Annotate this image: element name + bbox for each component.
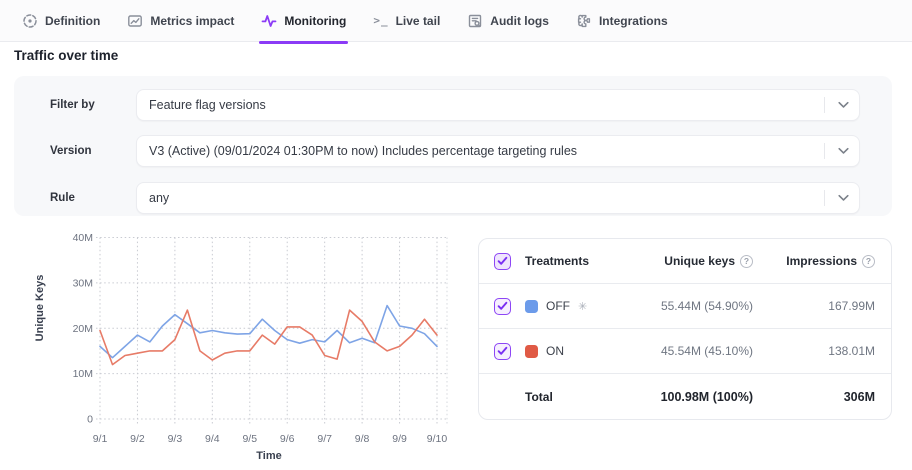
x-tick-label: 9/3 [168,433,183,445]
y-tick-label: 20M [73,323,93,335]
tab-monitoring[interactable]: Monitoring [261,0,346,42]
x-tick-label: 9/10 [427,433,448,445]
audit-logs-icon [467,13,483,29]
filter-panel: Filter by Feature flag versions Version … [14,76,892,216]
off-treatment-checkbox[interactable] [494,298,511,315]
tab-bar: Definition Metrics impact Monitoring >_ … [0,0,912,42]
traffic-chart-svg: 0 10M 20M 30M 40M 9/1 9/2 9/3 9/4 9/5 9/6 9/7 9/8 9/9… [0,224,470,470]
traffic-chart: 0 10M 20M 30M 40M 9/1 9/2 9/3 9/4 9/5 9/6 9/7 9/8 9/9… [0,224,470,470]
chevron-down-icon [838,148,849,155]
table-row-off: OFF ✳ 55.44M (54.90%) 167.99M [479,284,891,329]
table-row-on: ON 45.54M (45.10%) 138.01M [479,329,891,374]
on-impressions-value: 138.01M [753,344,875,358]
rule-row: Rule any [14,182,892,214]
table-header-row: Treatments Unique keys ? Impressions ? [479,239,891,284]
off-color-swatch [525,300,538,313]
metrics-impact-icon [127,13,143,29]
live-tail-icon: >_ [373,14,388,27]
tab-label: Live tail [396,14,441,28]
x-tick-label: 9/9 [392,433,407,445]
select-all-checkbox[interactable] [494,253,511,270]
integrations-icon [576,13,592,29]
total-impressions-value: 306M [753,390,875,404]
filter-by-select[interactable]: Feature flag versions [136,89,860,121]
version-label: Version [50,135,92,167]
impressions-help-icon[interactable]: ? [862,255,875,268]
select-divider [824,143,825,159]
tab-definition[interactable]: Definition [22,0,100,42]
x-tick-label: 9/4 [205,433,220,445]
y-axis-title: Unique Keys [34,275,46,342]
tab-audit-logs[interactable]: Audit logs [467,0,549,42]
y-tick-label: 10M [73,368,93,380]
page-title: Traffic over time [14,48,118,63]
tab-label: Integrations [599,14,668,28]
chevron-down-icon [838,195,849,202]
default-treatment-icon: ✳ [578,300,587,313]
filter-by-row: Filter by Feature flag versions [14,89,892,121]
monitoring-page: Definition Metrics impact Monitoring >_ … [0,0,912,470]
definition-icon [22,13,38,29]
y-tick-label: 0 [87,414,93,426]
y-tick-label: 40M [73,232,93,244]
unique-keys-column-header: Unique keys [664,254,735,268]
x-axis-title: Time [184,450,354,462]
tab-metrics-impact[interactable]: Metrics impact [127,0,234,42]
filter-by-value: Feature flag versions [149,98,266,112]
tab-label: Monitoring [284,14,346,28]
on-treatment-checkbox[interactable] [494,343,511,360]
version-row: Version V3 (Active) (09/01/2024 01:30PM … [14,135,892,167]
tab-label: Definition [45,14,100,28]
on-series-line [100,310,437,365]
treatments-column-header: Treatments [525,254,595,268]
impressions-column-header: Impressions [786,254,857,268]
total-label: Total [525,390,595,404]
treatment-label: ON [546,344,564,358]
off-impressions-value: 167.99M [753,299,875,313]
unique-keys-help-icon[interactable]: ? [740,255,753,268]
tab-live-tail[interactable]: >_ Live tail [373,0,440,42]
treatments-table: Treatments Unique keys ? Impressions ? O… [478,238,892,420]
rule-label: Rule [50,182,75,214]
tab-integrations[interactable]: Integrations [576,0,668,42]
on-unique-keys-value: 45.54M (45.10%) [595,344,753,358]
tab-label: Metrics impact [150,14,234,28]
x-tick-label: 9/6 [280,433,295,445]
total-unique-keys-value: 100.98M (100%) [595,390,753,404]
filter-by-label: Filter by [50,89,95,121]
version-select[interactable]: V3 (Active) (09/01/2024 01:30PM to now) … [136,135,860,167]
rule-value: any [149,191,169,205]
on-color-swatch [525,345,538,358]
x-tick-label: 9/5 [242,433,257,445]
tab-label: Audit logs [490,14,549,28]
x-tick-label: 9/1 [93,433,108,445]
version-value: V3 (Active) (09/01/2024 01:30PM to now) … [149,144,577,158]
table-total-row: Total 100.98M (100%) 306M [479,374,891,419]
y-tick-label: 30M [73,277,93,289]
monitoring-icon [261,13,277,29]
chevron-down-icon [838,102,849,109]
x-tick-label: 9/7 [317,433,332,445]
x-tick-label: 9/8 [355,433,370,445]
off-unique-keys-value: 55.44M (54.90%) [595,299,753,313]
select-divider [824,190,825,206]
x-tick-label: 9/2 [130,433,145,445]
select-divider [824,97,825,113]
rule-select[interactable]: any [136,182,860,214]
treatment-label: OFF [546,299,570,313]
